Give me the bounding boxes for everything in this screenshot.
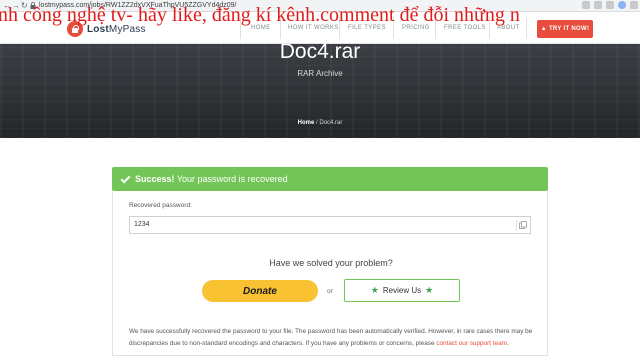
- password-label: Recovered password:: [129, 202, 192, 209]
- star-icon: ★: [370, 285, 379, 295]
- star-icon: ★: [425, 285, 434, 295]
- support-link[interactable]: contact our support team: [436, 340, 507, 347]
- review-us-label: Review Us: [382, 286, 422, 295]
- hero-banner: Doc4.rar RAR Archive Home / Doc4.rar: [0, 44, 640, 138]
- solved-question: Have we solved your problem?: [269, 258, 393, 268]
- try-it-now-label: TRY IT NOW!: [548, 26, 590, 32]
- result-panel: Recovered password: 1234 Have we solved …: [112, 191, 548, 356]
- review-us-button[interactable]: ★ Review Us ★: [344, 279, 460, 302]
- password-value[interactable]: 1234: [134, 221, 150, 228]
- result-footnote: We have successfully recovered the passw…: [129, 326, 533, 350]
- arrow-up-icon: ▲: [540, 26, 547, 32]
- donate-button[interactable]: Donate: [202, 280, 318, 302]
- or-text: or: [327, 288, 333, 295]
- recovered-password-field[interactable]: 1234: [129, 216, 531, 234]
- footnote-end: .: [507, 340, 509, 347]
- success-message: Success! Your password is recovered: [135, 174, 288, 184]
- page-subtitle: RAR Archive: [297, 69, 343, 78]
- breadcrumb-home[interactable]: Home: [298, 120, 315, 126]
- overlay-caption: nh công nghệ tv- hãy like, đăng kí kênh.…: [0, 4, 520, 26]
- checkmark-icon: [120, 174, 130, 184]
- copy-button[interactable]: [516, 220, 527, 231]
- breadcrumb-current: Doc4.rar: [319, 120, 343, 126]
- copy-icon: [519, 221, 527, 229]
- breadcrumb: Home / Doc4.rar: [0, 120, 640, 126]
- page-title: Doc4.rar: [279, 44, 361, 63]
- success-banner: Success! Your password is recovered: [112, 167, 548, 191]
